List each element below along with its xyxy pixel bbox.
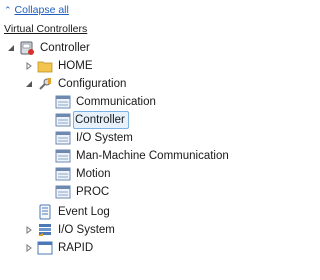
tree-label: Motion: [76, 168, 111, 180]
config-item-io-system[interactable]: I/O System: [55, 129, 136, 147]
config-item-man-machine-communication[interactable]: Man-Machine Communication: [55, 147, 232, 165]
collapse-all-row[interactable]: ⌃ Collapse all: [4, 3, 69, 17]
topic-icon: [55, 148, 71, 164]
selected-highlight: Controller: [73, 111, 129, 129]
tree-node-configuration[interactable]: Configuration: [24, 75, 129, 93]
tree-node-io-system[interactable]: I/O System: [24, 221, 118, 239]
controller-icon: [19, 40, 35, 56]
tree-label-io-system: I/O System: [58, 224, 115, 236]
config-item-motion[interactable]: Motion: [55, 165, 114, 183]
rapid-icon: [37, 240, 53, 256]
tree-label-home: HOME: [58, 60, 93, 72]
collapse-all-link[interactable]: Collapse all: [15, 4, 69, 16]
io-system-icon: [37, 222, 53, 238]
topic-icon: [55, 166, 71, 182]
tree-node-rapid[interactable]: RAPID: [24, 239, 96, 257]
collapse-all-icon: ⌃: [4, 5, 12, 15]
topic-icon: [55, 130, 71, 146]
tree-label: Communication: [76, 96, 156, 108]
tree-label-event-log: Event Log: [58, 206, 110, 218]
configuration-icon: [37, 76, 53, 92]
tree-label: Man-Machine Communication: [76, 150, 229, 162]
config-item-proc[interactable]: PROC: [55, 183, 112, 201]
collapsed-arrow-icon[interactable]: [24, 243, 34, 253]
tree-label-controller: Controller: [40, 42, 90, 54]
tree-label: I/O System: [76, 132, 133, 144]
tree-node-home[interactable]: HOME: [24, 57, 96, 75]
tree-label: PROC: [76, 186, 110, 198]
collapsed-arrow-icon[interactable]: [24, 225, 34, 235]
tree-label-configuration: Configuration: [58, 78, 127, 90]
folder-icon: [37, 58, 53, 74]
tree-label: Controller: [75, 114, 125, 126]
event-log-icon: [37, 204, 53, 220]
expanded-arrow-icon[interactable]: [24, 79, 34, 89]
tree-node-controller[interactable]: Controller: [6, 39, 93, 57]
topic-icon: [55, 184, 71, 200]
collapsed-arrow-icon[interactable]: [24, 61, 34, 71]
config-item-communication[interactable]: Communication: [55, 93, 159, 111]
section-title: Virtual Controllers: [4, 23, 88, 35]
tree-node-event-log[interactable]: Event Log: [37, 203, 113, 221]
config-item-controller[interactable]: Controller: [55, 111, 129, 129]
tree-label-rapid: RAPID: [58, 242, 94, 254]
topic-icon: [55, 94, 71, 110]
expanded-arrow-icon[interactable]: [6, 43, 16, 53]
topic-icon: [55, 112, 71, 128]
